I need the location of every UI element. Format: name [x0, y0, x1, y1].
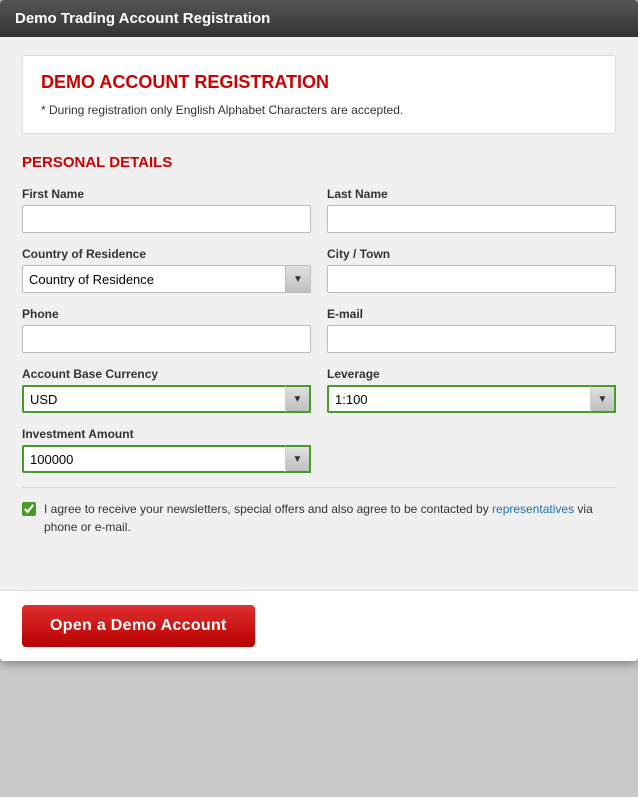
- button-bar: Open a Demo Account: [0, 590, 638, 661]
- city-group: City / Town: [327, 247, 616, 293]
- open-account-button[interactable]: Open a Demo Account: [22, 605, 255, 647]
- country-select-wrapper: Country of Residence United States Unite…: [22, 265, 311, 293]
- phone-group: Phone: [22, 307, 311, 353]
- country-city-row: Country of Residence Country of Residenc…: [22, 247, 616, 293]
- content-area: DEMO ACCOUNT REGISTRATION * During regis…: [0, 37, 638, 590]
- email-label: E-mail: [327, 307, 616, 321]
- country-label: Country of Residence: [22, 247, 311, 261]
- first-name-input[interactable]: [22, 205, 311, 233]
- currency-select[interactable]: USD EUR GBP: [22, 385, 311, 413]
- info-box: DEMO ACCOUNT REGISTRATION * During regis…: [22, 55, 616, 134]
- city-label: City / Town: [327, 247, 616, 261]
- currency-label: Account Base Currency: [22, 367, 311, 381]
- phone-label: Phone: [22, 307, 311, 321]
- investment-group: Investment Amount 5000 10000 25000 50000…: [22, 427, 311, 473]
- last-name-label: Last Name: [327, 187, 616, 201]
- title-bar: Demo Trading Account Registration: [0, 0, 638, 37]
- investment-row: Investment Amount 5000 10000 25000 50000…: [22, 427, 616, 473]
- investment-label: Investment Amount: [22, 427, 311, 441]
- currency-select-wrapper: USD EUR GBP ▼: [22, 385, 311, 413]
- investment-select[interactable]: 5000 10000 25000 50000 100000 250000: [22, 445, 311, 473]
- info-box-title: DEMO ACCOUNT REGISTRATION: [41, 72, 597, 93]
- empty-spacer: [327, 427, 616, 473]
- section-title: PERSONAL DETAILS: [22, 154, 616, 171]
- last-name-input[interactable]: [327, 205, 616, 233]
- email-input[interactable]: [327, 325, 616, 353]
- info-box-disclaimer: * During registration only English Alpha…: [41, 103, 597, 117]
- phone-input[interactable]: [22, 325, 311, 353]
- country-group: Country of Residence Country of Residenc…: [22, 247, 311, 293]
- first-name-label: First Name: [22, 187, 311, 201]
- leverage-label: Leverage: [327, 367, 616, 381]
- investment-select-wrapper: 5000 10000 25000 50000 100000 250000 ▼: [22, 445, 311, 473]
- personal-details-section: PERSONAL DETAILS First Name Last Name Co…: [22, 154, 616, 572]
- country-select[interactable]: Country of Residence United States Unite…: [22, 265, 311, 293]
- city-input[interactable]: [327, 265, 616, 293]
- window-title: Demo Trading Account Registration: [15, 10, 270, 27]
- leverage-select-wrapper: 1:50 1:100 1:200 1:400 1:500 ▼: [327, 385, 616, 413]
- leverage-group: Leverage 1:50 1:100 1:200 1:400 1:500 ▼: [327, 367, 616, 413]
- phone-email-row: Phone E-mail: [22, 307, 616, 353]
- currency-group: Account Base Currency USD EUR GBP ▼: [22, 367, 311, 413]
- newsletter-checkbox-row: I agree to receive your newsletters, spe…: [22, 487, 616, 544]
- name-row: First Name Last Name: [22, 187, 616, 233]
- main-window: Demo Trading Account Registration DEMO A…: [0, 0, 638, 661]
- leverage-select[interactable]: 1:50 1:100 1:200 1:400 1:500: [327, 385, 616, 413]
- email-group: E-mail: [327, 307, 616, 353]
- last-name-group: Last Name: [327, 187, 616, 233]
- currency-leverage-row: Account Base Currency USD EUR GBP ▼ Leve…: [22, 367, 616, 413]
- newsletter-checkbox[interactable]: [22, 502, 36, 516]
- first-name-group: First Name: [22, 187, 311, 233]
- newsletter-label: I agree to receive your newsletters, spe…: [44, 500, 616, 536]
- representatives-link[interactable]: representatives: [492, 502, 574, 516]
